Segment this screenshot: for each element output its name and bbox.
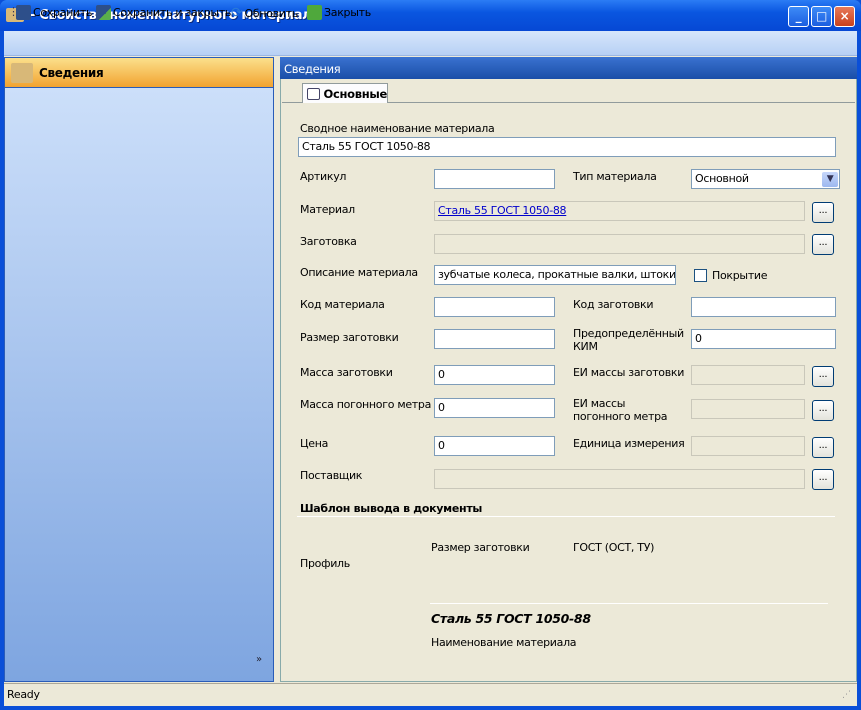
blank-field xyxy=(434,234,805,254)
material-link[interactable]: Сталь 55 ГОСТ 1050-88 xyxy=(438,204,567,217)
template-name-label: Наименование материала xyxy=(431,636,577,649)
blank-mass-unit-field xyxy=(691,365,805,385)
save-close-label: Сохранить и закрыть xyxy=(113,6,232,19)
tab-label: Основные xyxy=(323,86,388,101)
floppy-icon xyxy=(16,5,31,20)
toolbar xyxy=(4,31,857,56)
meter-mass-unit-field xyxy=(691,399,805,419)
material-label: Материал xyxy=(300,203,355,216)
article-input[interactable] xyxy=(434,169,555,189)
coating-checkbox[interactable] xyxy=(694,269,707,282)
form-icon xyxy=(307,87,320,100)
status-text: Ready xyxy=(7,688,40,701)
meter-mass-unit-label: ЕИ массы погонного метра xyxy=(573,397,668,423)
minimize-button[interactable]: _ xyxy=(788,6,809,27)
material-field: Сталь 55 ГОСТ 1050-88 xyxy=(434,201,805,221)
summary-input[interactable]: Сталь 55 ГОСТ 1050-88 xyxy=(298,137,836,157)
unit-label: Единица измерения xyxy=(573,437,685,450)
save-close-icon xyxy=(96,5,111,20)
kim-input[interactable]: 0 xyxy=(691,329,836,349)
supplier-field xyxy=(434,469,805,489)
blank-mass-unit-label: ЕИ массы заготовки xyxy=(573,366,685,379)
summary-label: Сводное наименование материала xyxy=(300,122,495,135)
blank-label: Заготовка xyxy=(300,235,357,248)
supplier-label: Поставщик xyxy=(300,469,363,482)
blank-size-input[interactable] xyxy=(434,329,555,349)
type-select[interactable]: Основной ▼ xyxy=(691,169,840,189)
template-profile: Профиль xyxy=(300,557,350,570)
cart-icon xyxy=(11,62,33,83)
desc-label: Описание материала xyxy=(300,266,418,279)
blank-mass-input[interactable]: 0 xyxy=(434,365,555,385)
panel-header: Сведения xyxy=(280,57,857,79)
save-button[interactable]: Сохранить xyxy=(16,5,92,20)
template-gost: ГОСТ (ОСТ, ТУ) xyxy=(573,541,655,554)
chevron-down-icon[interactable]: ▼ xyxy=(822,172,838,187)
blank-browse-button[interactable]: ... xyxy=(812,234,834,255)
chevron-expand-icon[interactable]: » xyxy=(256,654,262,665)
refresh-button[interactable]: ⟳ Обновить xyxy=(231,5,298,21)
resize-grip-icon[interactable]: ⋰ xyxy=(842,690,851,700)
refresh-label: Обновить xyxy=(244,6,298,20)
sidebar-item-label: Сведения xyxy=(39,65,104,80)
mat-code-input[interactable] xyxy=(434,297,555,317)
type-value: Основной xyxy=(695,172,749,185)
desc-input[interactable]: зубчатые колеса, прокатные валки, штоки … xyxy=(434,265,676,285)
material-browse-button[interactable]: ... xyxy=(812,202,834,223)
status-bar: Ready xyxy=(4,683,857,705)
close-label: Закрыть xyxy=(324,6,371,19)
template-size: Размер заготовки xyxy=(431,541,530,554)
save-label: Сохранить xyxy=(33,6,93,19)
meter-mass-input[interactable]: 0 xyxy=(434,398,555,418)
maximize-button[interactable]: □ xyxy=(811,6,832,27)
template-heading: Шаблон вывода в документы xyxy=(300,502,483,515)
meter-mass-label: Масса погонного метра xyxy=(300,398,432,411)
template-name-value: Сталь 55 ГОСТ 1050-88 xyxy=(431,611,591,626)
name-divider xyxy=(430,603,828,604)
article-label: Артикул xyxy=(300,170,347,183)
price-input[interactable]: 0 xyxy=(434,436,555,456)
kim-label: Предопределённый КИМ xyxy=(573,327,684,353)
tab-main[interactable]: Основные xyxy=(302,83,388,103)
exit-icon xyxy=(307,5,322,20)
blank-code-label: Код заготовки xyxy=(573,298,654,311)
close-window-button[interactable]: × xyxy=(834,6,855,27)
refresh-icon: ⟳ xyxy=(231,5,243,21)
close-button[interactable]: Закрыть xyxy=(307,5,371,20)
unit-browse-button[interactable]: ... xyxy=(812,437,834,458)
blank-mass-label: Масса заготовки xyxy=(300,366,393,379)
price-label: Цена xyxy=(300,437,329,450)
sidebar-item-svedeniya[interactable]: Сведения xyxy=(5,58,273,88)
coating-label: Покрытие xyxy=(712,269,768,282)
blank-code-input[interactable] xyxy=(691,297,836,317)
sidebar xyxy=(4,57,274,682)
blank-size-label: Размер заготовки xyxy=(300,331,399,344)
save-close-button[interactable]: Сохранить и закрыть xyxy=(96,5,231,20)
supplier-browse-button[interactable]: ... xyxy=(812,469,834,490)
meter-mass-unit-browse-button[interactable]: ... xyxy=(812,400,834,421)
template-divider xyxy=(297,516,835,517)
blank-mass-unit-browse-button[interactable]: ... xyxy=(812,366,834,387)
type-label: Тип материала xyxy=(573,170,657,183)
unit-field xyxy=(691,436,805,456)
mat-code-label: Код материала xyxy=(300,298,385,311)
